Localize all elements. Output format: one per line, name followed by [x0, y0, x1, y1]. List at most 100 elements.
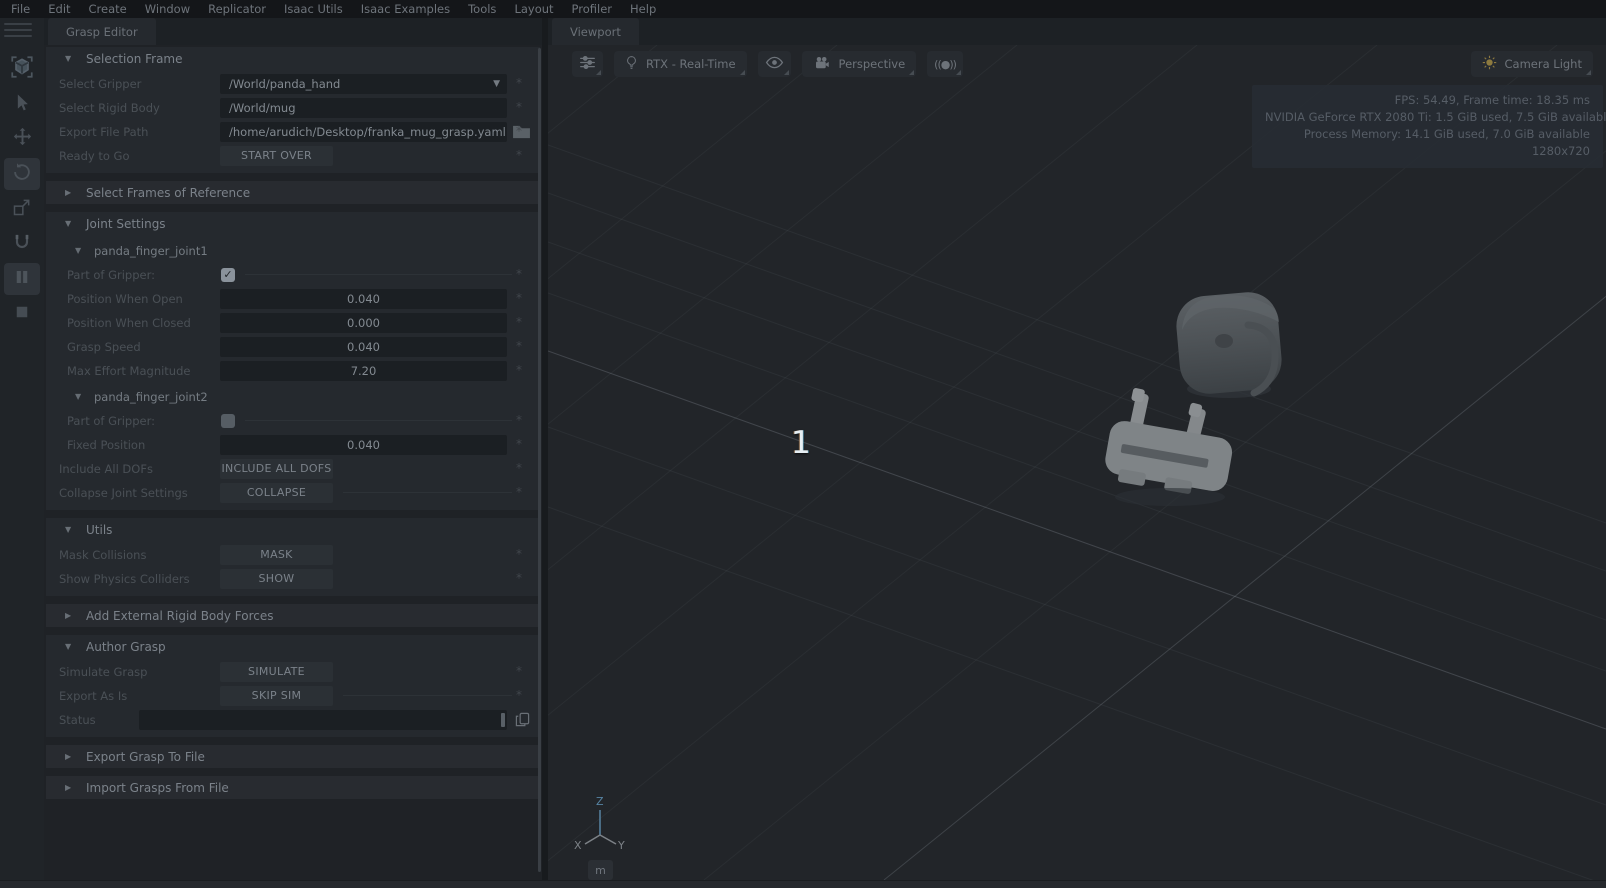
row-fixed-position: Fixed Position0.040*	[46, 434, 540, 455]
tab-grasp-editor[interactable]: Grasp Editor	[48, 18, 156, 45]
tool-scale[interactable]	[4, 193, 40, 225]
reset-default-button[interactable]: *	[516, 291, 522, 305]
section-header-author-grasp[interactable]: ▼Author Grasp	[46, 635, 540, 658]
checkbox-part-of-gripper[interactable]	[221, 414, 235, 428]
menu-file[interactable]: File	[2, 0, 39, 18]
subsection-panda-finger-joint2[interactable]: ▼panda_finger_joint2	[46, 386, 540, 407]
menu-isaac-examples[interactable]: Isaac Examples	[352, 0, 459, 18]
section-header-import-grasps-from-file[interactable]: ▶Import Grasps From File	[46, 776, 540, 799]
field-scrollbar[interactable]	[501, 713, 505, 727]
reset-default-button[interactable]: *	[516, 267, 522, 281]
field-export-file-path[interactable]: /home/arudich/Desktop/franka_mug_grasp.y…	[220, 122, 507, 142]
label-position-when-open: Position When Open	[46, 292, 220, 306]
render-mode-button[interactable]: RTX - Real-Time	[614, 51, 747, 77]
menu-window[interactable]: Window	[136, 0, 199, 18]
chevron-down-icon: ▼	[493, 79, 500, 89]
stats-line: FPS: 54.49, Frame time: 18.35 ms	[1265, 92, 1590, 109]
reset-default-button[interactable]: *	[516, 461, 522, 475]
label-ready-to-go: Ready to Go	[46, 149, 220, 163]
reset-default-button[interactable]: *	[516, 100, 522, 114]
button-show[interactable]: SHOW	[220, 569, 333, 589]
triangle-right-icon: ▶	[65, 611, 75, 620]
sliders-icon	[579, 55, 596, 73]
viewport-toolbar: RTX - Real-Time	[572, 51, 963, 77]
button-simulate[interactable]: SIMULATE	[220, 662, 333, 682]
section-header-utils[interactable]: ▼ Utils	[46, 518, 540, 541]
dropdown-select-gripper[interactable]: /World/panda_hand▼	[220, 74, 507, 94]
status-field[interactable]	[139, 710, 507, 730]
tool-stop[interactable]	[4, 298, 40, 330]
camera-select-button[interactable]: Perspective	[802, 51, 917, 77]
axis-z-label: Z	[596, 795, 604, 808]
menu-help[interactable]: Help	[621, 0, 665, 18]
button-skip-sim[interactable]: SKIP SIM	[220, 686, 333, 706]
menu-profiler[interactable]: Profiler	[563, 0, 622, 18]
button-mask[interactable]: MASK	[220, 545, 333, 565]
section-header-select-frames-of-reference[interactable]: ▶Select Frames of Reference	[46, 181, 540, 204]
section-title: Author Grasp	[86, 640, 166, 654]
gripper-object[interactable]	[1102, 387, 1235, 506]
section-header-add-external-rigid-body-forces[interactable]: ▶Add External Rigid Body Forces	[46, 604, 540, 627]
label-export-file-path: Export File Path	[46, 125, 220, 139]
menu-replicator[interactable]: Replicator	[199, 0, 275, 18]
mug-object[interactable]	[1174, 290, 1284, 398]
viewport-3d[interactable]: Z X Y	[548, 45, 1606, 880]
triangle-down-icon: ▼	[65, 525, 75, 534]
tool-selection-mode[interactable]	[4, 53, 40, 85]
eye-icon	[765, 56, 784, 72]
button-collapse[interactable]: COLLAPSE	[220, 483, 333, 503]
menu-edit[interactable]: Edit	[39, 0, 79, 18]
section-header-selection-frame[interactable]: ▼Selection Frame	[46, 47, 540, 70]
control-simulate-grasp: SIMULATE	[220, 661, 540, 682]
reset-default-button[interactable]: *	[516, 315, 522, 329]
button-include-all-dofs[interactable]: INCLUDE ALL DOFS	[220, 459, 333, 479]
stats-line: Process Memory: 14.1 GiB used, 7.0 GiB a…	[1265, 126, 1590, 143]
menu-isaac-utils[interactable]: Isaac Utils	[275, 0, 352, 18]
units-button[interactable]: m	[588, 860, 613, 880]
menu-create[interactable]: Create	[80, 0, 136, 18]
reset-default-button[interactable]: *	[516, 688, 522, 702]
field-grasp-speed[interactable]: 0.040	[220, 337, 507, 357]
subsection-panda-finger-joint1[interactable]: ▼panda_finger_joint1	[46, 240, 540, 261]
reset-default-button[interactable]: *	[516, 437, 522, 451]
reset-default-button[interactable]: *	[516, 148, 522, 162]
reset-default-button[interactable]: *	[516, 485, 522, 499]
reset-default-button[interactable]: *	[516, 571, 522, 585]
copy-status-button[interactable]	[515, 712, 530, 727]
tool-pause[interactable]	[4, 263, 40, 295]
button-start-over[interactable]: START OVER	[220, 146, 333, 166]
camera-light-button[interactable]: Camera Light	[1471, 51, 1594, 77]
menu-tools[interactable]: Tools	[459, 0, 505, 18]
reset-default-button[interactable]: *	[516, 664, 522, 678]
control-position-when-closed: 0.000	[220, 312, 540, 333]
row-part-of-gripper: Part of Gripper:*	[46, 410, 540, 431]
checkbox-part-of-gripper[interactable]: ✓	[221, 268, 235, 282]
control-ready-to-go: START OVER	[220, 145, 540, 166]
section-header-joint-settings[interactable]: ▼Joint Settings	[46, 212, 540, 235]
reset-default-button[interactable]: *	[516, 363, 522, 377]
panel-drag-handle[interactable]	[0, 18, 36, 44]
viewport-settings-button[interactable]	[572, 51, 603, 77]
field-max-effort-magnitude[interactable]: 7.20	[220, 361, 507, 381]
field-position-when-closed[interactable]: 0.000	[220, 313, 507, 333]
reset-default-button[interactable]: *	[516, 76, 522, 90]
reset-default-button[interactable]: *	[516, 413, 522, 427]
tab-viewport[interactable]: Viewport	[552, 18, 639, 45]
tool-snap[interactable]	[4, 228, 40, 260]
tool-move[interactable]	[4, 123, 40, 155]
section-header-export-grasp-to-file[interactable]: ▶Export Grasp To File	[46, 745, 540, 768]
visibility-button[interactable]	[758, 51, 791, 77]
menu-layout[interactable]: Layout	[505, 0, 562, 18]
tool-select[interactable]	[4, 88, 40, 120]
section-title: Utils	[86, 523, 112, 537]
tool-rotate[interactable]	[4, 158, 40, 190]
triangle-right-icon: ▶	[65, 783, 75, 792]
reset-default-button[interactable]: *	[516, 339, 522, 353]
field-select-rigid-body[interactable]: /World/mug	[220, 98, 507, 118]
reset-default-button[interactable]: *	[516, 547, 522, 561]
broadcast-button[interactable]: ((●))	[927, 51, 963, 77]
field-position-when-open[interactable]: 0.040	[220, 289, 507, 309]
reset-default-button[interactable]: *	[516, 124, 522, 138]
field-fixed-position[interactable]: 0.040	[220, 435, 507, 455]
panel-scrollbar[interactable]	[538, 48, 541, 872]
